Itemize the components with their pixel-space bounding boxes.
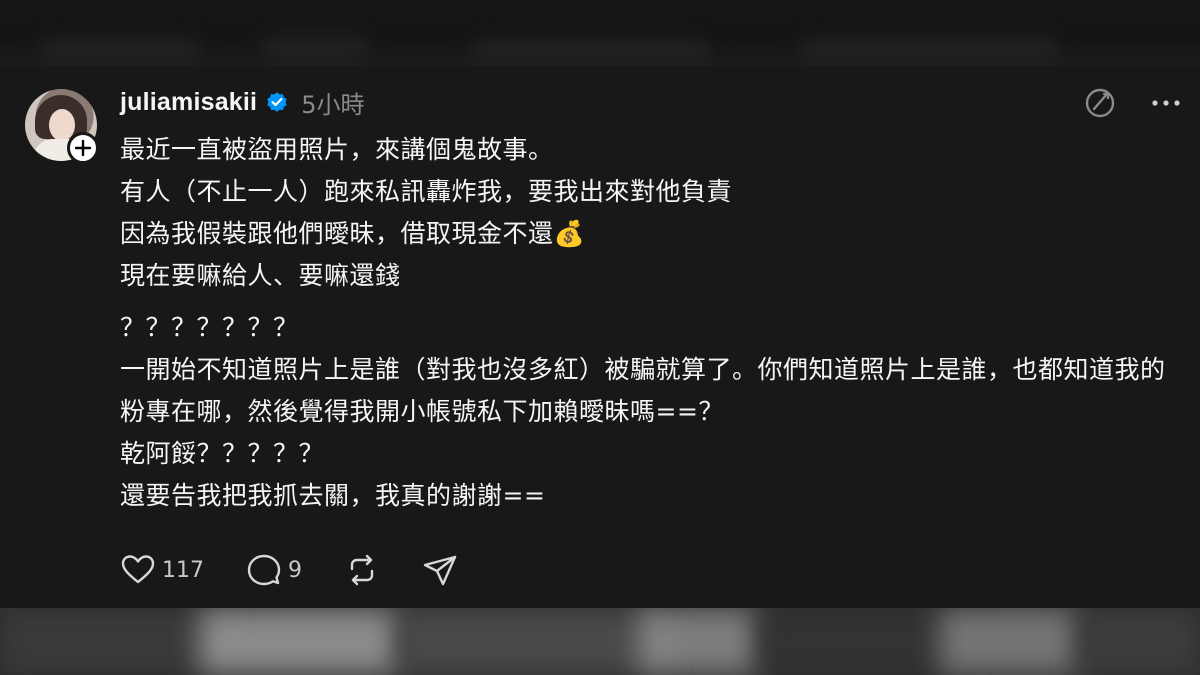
post-paragraph-1: 最近一直被盜用照片，來講個鬼故事。 有人（不止一人）跑來私訊轟炸我，要我出來對他…: [120, 135, 733, 290]
post-body: 最近一直被盜用照片，來講個鬼故事。 有人（不止一人）跑來私訊轟炸我，要我出來對他…: [120, 129, 1190, 517]
repost-icon: [350, 554, 374, 586]
translate-button[interactable]: [1080, 86, 1120, 120]
comment-button[interactable]: 9: [246, 552, 302, 588]
username[interactable]: juliamisakii: [120, 88, 257, 117]
share-button[interactable]: [422, 552, 458, 588]
like-count: 117: [162, 557, 204, 583]
more-options-button[interactable]: [1146, 86, 1186, 120]
follow-button[interactable]: [67, 132, 99, 164]
translate-icon: [1085, 88, 1115, 118]
post-header: juliamisakii 5小時: [120, 84, 364, 120]
post-time: 5小時: [301, 90, 365, 119]
send-icon: [423, 555, 457, 586]
blurred-bottom-background: [0, 608, 1200, 675]
repost-button[interactable]: [344, 552, 380, 588]
comment-icon: [247, 554, 281, 586]
heart-icon: [121, 555, 155, 584]
comment-count: 9: [288, 557, 302, 583]
more-icon: [1152, 100, 1180, 106]
post-header-actions: [1054, 86, 1186, 120]
plus-icon: [74, 139, 92, 157]
blurred-top-background: [0, 0, 1200, 66]
post-actions: 117 9: [120, 552, 500, 588]
like-button[interactable]: 117: [120, 552, 204, 588]
post-paragraph-2: ？？？？？？？ 一開始不知道照片上是誰（對我也沒多紅）被騙就算了。你們知道照片上…: [120, 313, 1166, 510]
verified-badge-icon: [267, 92, 287, 112]
post-card: juliamisakii 5小時 最近一直被盜用照片，來講個鬼故事。 有人（不止…: [0, 66, 1200, 608]
